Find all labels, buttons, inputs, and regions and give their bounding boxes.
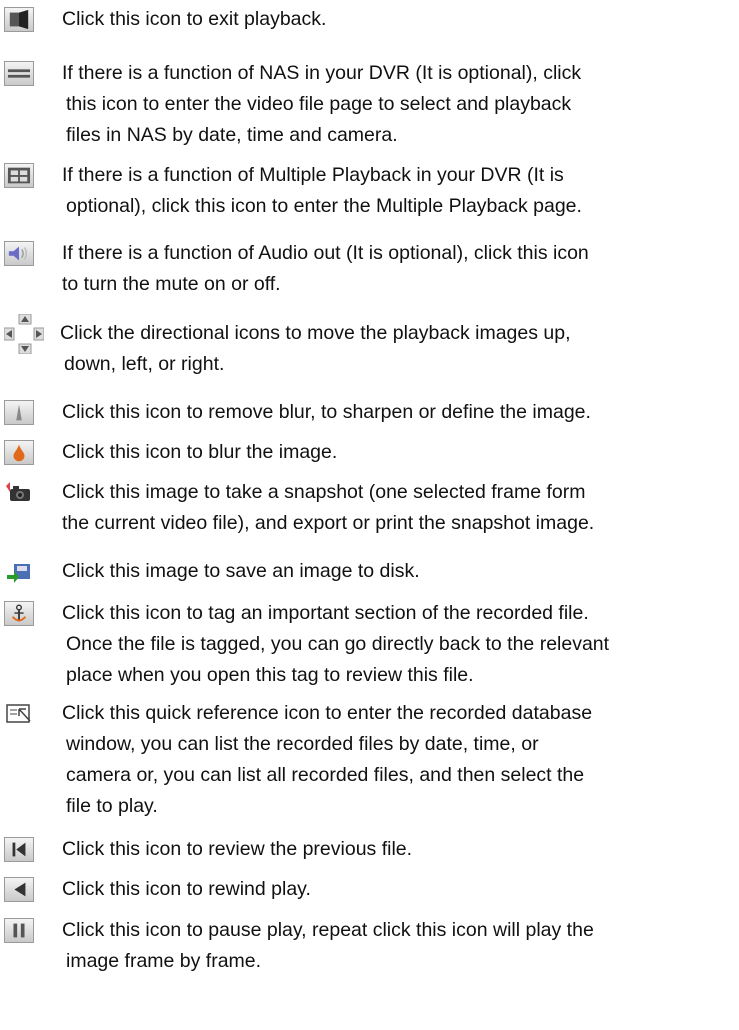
entry-text-line: image frame by frame. xyxy=(66,950,262,972)
entry-text-line: window, you can list the recorded files … xyxy=(66,733,539,755)
exit-playback-icon[interactable] xyxy=(4,7,34,32)
multiple-playback-icon[interactable] xyxy=(4,163,34,188)
directional-arrows-icon[interactable] xyxy=(4,314,44,354)
rewind-icon[interactable] xyxy=(4,877,34,902)
entry-text-line: files in NAS by date, time and camera. xyxy=(66,124,398,146)
save-to-disk-icon[interactable] xyxy=(4,559,34,584)
entry-text-line: this icon to enter the video file page t… xyxy=(66,93,572,115)
entry-text-line: Click this icon to pause play, repeat cl… xyxy=(62,919,594,941)
entry-text-line: Click this icon to blur the image. xyxy=(62,441,338,463)
snapshot-camera-icon[interactable] xyxy=(4,480,34,505)
entry-text-line: Click the directional icons to move the … xyxy=(60,322,571,344)
entry-text-line: Once the file is tagged, you can go dire… xyxy=(66,633,610,655)
quick-reference-icon[interactable] xyxy=(4,701,34,726)
blur-icon[interactable] xyxy=(4,440,34,465)
entry-text-line: Click this image to save an image to dis… xyxy=(62,560,420,582)
entry-text-line: Click this quick reference icon to enter… xyxy=(62,702,593,724)
sharpen-icon[interactable] xyxy=(4,400,34,425)
entry-text-line: Click this image to take a snapshot (one… xyxy=(62,481,586,503)
previous-file-icon[interactable] xyxy=(4,837,34,862)
entry-text-line: If there is a function of NAS in your DV… xyxy=(62,62,582,84)
entry-text-line: camera or, you can list all recorded fil… xyxy=(66,764,585,786)
speaker-icon[interactable] xyxy=(4,241,34,266)
entry-text-line: Click this icon to remove blur, to sharp… xyxy=(62,401,591,423)
entry-text-line: If there is a function of Audio out (It … xyxy=(62,242,589,264)
entry-text-line: Click this icon to exit playback. xyxy=(62,8,327,30)
entry-text-line: Click this icon to tag an important sect… xyxy=(62,602,589,624)
entry-text-line: Click this icon to rewind play. xyxy=(62,878,311,900)
entry-text-line: file to play. xyxy=(66,795,158,817)
entry-text-line: down, left, or right. xyxy=(64,353,225,375)
entry-text-line: place when you open this tag to review t… xyxy=(66,664,474,686)
tag-anchor-icon[interactable] xyxy=(4,601,34,626)
entry-text-line: optional), click this icon to enter the … xyxy=(66,195,582,217)
entry-text-line: to turn the mute on or off. xyxy=(62,273,281,295)
pause-icon[interactable] xyxy=(4,918,34,943)
entry-text-line: Click this icon to review the previous f… xyxy=(62,838,413,860)
entry-text-line: If there is a function of Multiple Playb… xyxy=(62,164,564,186)
nas-icon[interactable] xyxy=(4,61,34,86)
entry-text-line: the current video file), and export or p… xyxy=(62,512,595,534)
